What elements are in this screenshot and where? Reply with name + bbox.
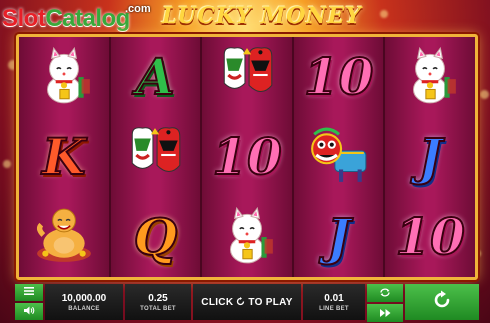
reel-cell: Q (111, 197, 201, 277)
opera-mask-icon (124, 124, 186, 191)
reel-4: 10 J (293, 37, 386, 277)
sound-button[interactable] (15, 303, 43, 320)
reel-cell: 10 (385, 197, 475, 277)
letter-q-icon: Q (133, 207, 179, 266)
logo-suffix: .com (125, 3, 151, 15)
line-bet-value: 0.01 (324, 292, 344, 304)
logo-part-slot: Slot (2, 5, 46, 32)
reel-5: J 10 (385, 37, 475, 277)
hamburger-icon (24, 287, 34, 298)
line-bet-label: LINE BET (319, 305, 349, 312)
reel-cell (19, 197, 109, 277)
reel-cell: A (111, 37, 201, 117)
spin-icon (432, 290, 452, 315)
reel-1: K (19, 37, 111, 277)
buddha-icon (33, 204, 95, 271)
reel-cell: 10 (202, 117, 292, 197)
reel-frame: K A Q 10 10 J J 10 (16, 34, 478, 280)
number-10-icon: 10 (211, 127, 283, 186)
menu-button[interactable] (15, 284, 43, 301)
reel-cell: 10 (294, 37, 384, 117)
opera-mask-icon (216, 44, 278, 111)
sparkle-decoration (480, 90, 489, 99)
spin-button[interactable] (405, 284, 479, 320)
slotcatalog-logo: Slot Catalog .com (2, 3, 151, 33)
reel-cell (19, 37, 109, 117)
reel-cell (294, 117, 384, 197)
menu-sound-group (15, 284, 43, 320)
balance-value: 10,000.00 (61, 292, 107, 304)
lion-dance-icon (308, 124, 370, 191)
reel-cell: K (19, 117, 109, 197)
autoplay-button[interactable] (367, 284, 403, 302)
lucky-cat-icon (33, 44, 95, 111)
reel-cell: J (294, 197, 384, 277)
number-10-icon: 10 (303, 47, 375, 106)
logo-part-catalog: Catalog (45, 5, 130, 32)
reel-2: AQ (110, 37, 203, 277)
spin-arrow-icon (236, 293, 245, 311)
reel-cell (111, 117, 201, 197)
reel-cell (385, 37, 475, 117)
letter-j-icon: J (417, 127, 443, 186)
reel-cell (202, 37, 292, 117)
balance-label: BALANCE (68, 305, 100, 312)
letter-k-icon: K (41, 127, 86, 186)
sparkle-decoration (3, 160, 11, 168)
total-bet-label: TOTAL BET (140, 305, 176, 312)
total-bet-value: 0.25 (148, 292, 168, 304)
letter-j-icon: J (326, 207, 352, 266)
lucky-cat-icon (216, 204, 278, 271)
reel-cell: J (385, 117, 475, 197)
fast-forward-icon (379, 304, 391, 322)
control-bar: 10,000.00 BALANCE 0.25 TOTAL BET CLICK T… (15, 284, 479, 322)
letter-a-icon: A (135, 47, 176, 106)
total-bet-display[interactable]: 0.25 TOTAL BET (125, 284, 191, 320)
speaker-icon (23, 306, 35, 318)
turbo-button[interactable] (367, 304, 403, 322)
play-label-pre: CLICK (201, 296, 234, 308)
game-stage: Slot Catalog .com LUCKY MONEY K A Q 10 10 J J 1… (0, 0, 490, 323)
reel-3: 10 (202, 37, 294, 277)
line-bet-display[interactable]: 0.01 LINE BET (303, 284, 365, 320)
sparkle-decoration (380, 10, 388, 18)
autoplay-icon (379, 284, 391, 302)
autoplay-turbo-group (367, 284, 403, 322)
lucky-cat-icon (399, 44, 461, 111)
reel-cell (202, 197, 292, 277)
balance-display: 10,000.00 BALANCE (45, 284, 123, 320)
click-to-play-button[interactable]: CLICK TO PLAY (193, 284, 301, 320)
game-title: LUCKY MONEY (162, 3, 362, 29)
play-label-post: TO PLAY (248, 296, 293, 308)
number-10-icon: 10 (394, 207, 466, 266)
